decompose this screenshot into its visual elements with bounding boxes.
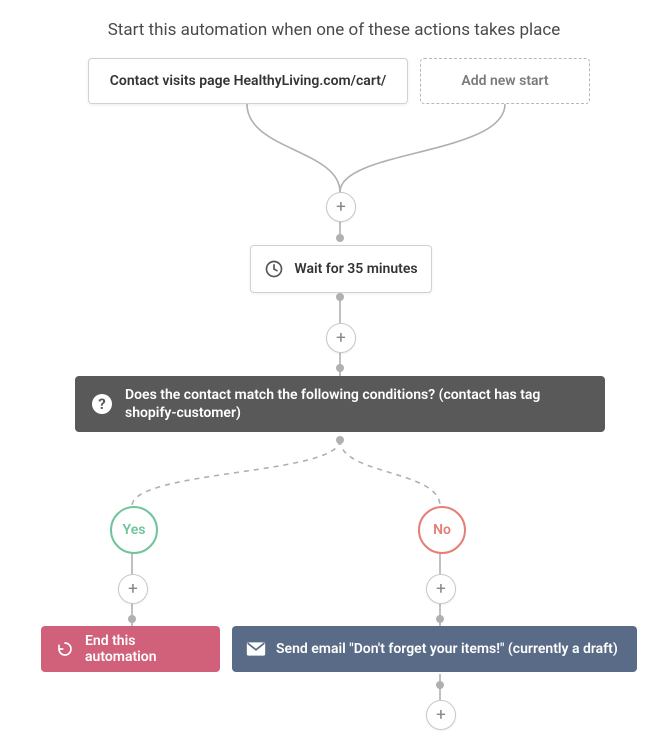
end-label: End this automation [85,633,206,665]
plus-icon: + [436,579,446,599]
add-start-box[interactable]: Add new start [420,58,590,104]
clock-icon [264,259,284,279]
plus-icon: + [336,328,346,348]
connector-dot [336,364,344,372]
send-email-step[interactable]: Send email "Don't forget your items!" (c… [232,626,637,672]
add-step-button[interactable]: + [426,700,456,730]
connector-dot [436,681,444,689]
add-step-button[interactable]: + [118,574,148,604]
email-icon [246,640,266,658]
branch-yes[interactable]: Yes [110,506,158,554]
add-start-label: Add new start [461,73,548,89]
page-title: Start this automation when one of these … [0,20,668,40]
automation-canvas: Start this automation when one of these … [0,0,668,743]
end-icon [55,640,75,658]
svg-text:?: ? [98,395,105,413]
add-step-button[interactable]: + [426,574,456,604]
plus-icon: + [436,705,446,725]
connector-dot [128,615,136,623]
wait-label: Wait for 35 minutes [294,261,417,277]
send-label: Send email "Don't forget your items!" (c… [276,641,618,657]
add-step-button[interactable]: + [326,192,356,222]
condition-step[interactable]: ? Does the contact match the following c… [75,376,605,432]
start-trigger-label: Contact visits page HealthyLiving.com/ca… [110,73,386,89]
connector-dot [336,436,344,444]
condition-text: Does the contact match the following con… [125,386,589,422]
end-automation-step[interactable]: End this automation [41,626,220,672]
wait-step[interactable]: Wait for 35 minutes [250,245,432,293]
connector-dot [336,234,344,242]
plus-icon: + [128,579,138,599]
start-trigger-box[interactable]: Contact visits page HealthyLiving.com/ca… [88,58,408,104]
branch-yes-label: Yes [123,522,146,538]
branch-no-label: No [433,522,451,538]
branch-no[interactable]: No [418,506,466,554]
plus-icon: + [336,197,346,217]
connector-dot [336,293,344,301]
question-icon: ? [91,393,113,415]
add-step-button[interactable]: + [326,323,356,353]
connector-dot [436,615,444,623]
